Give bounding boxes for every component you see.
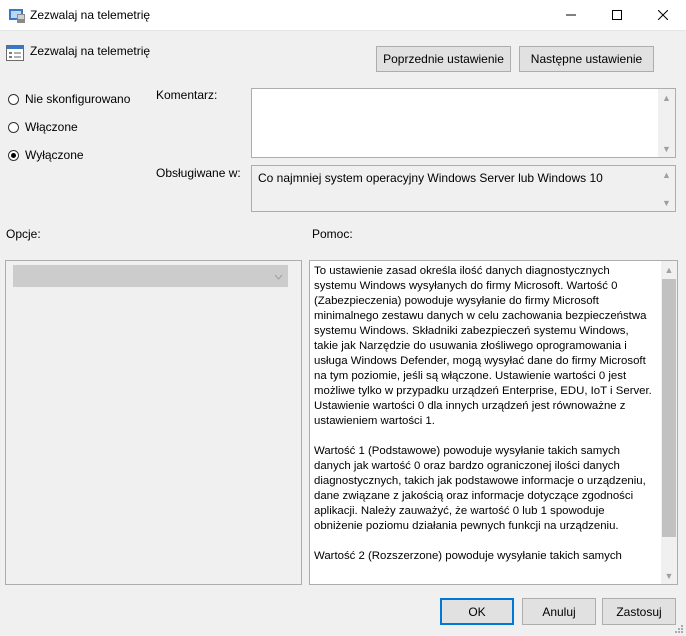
options-panel bbox=[5, 260, 302, 585]
chevron-down-icon bbox=[274, 274, 283, 280]
radio-circle[interactable] bbox=[8, 121, 19, 133]
supported-label: Obsługiwane w: bbox=[156, 166, 241, 180]
options-dropdown[interactable] bbox=[13, 265, 288, 287]
scroll-up-icon[interactable]: ▲ bbox=[658, 166, 675, 183]
maximize-button[interactable] bbox=[594, 0, 640, 30]
title-bar[interactable]: Zezwalaj na telemetrię bbox=[0, 0, 686, 31]
radio-not-configured[interactable]: Nie skonfigurowano bbox=[8, 92, 130, 106]
comment-label: Komentarz: bbox=[156, 88, 218, 102]
options-label: Opcje: bbox=[6, 227, 41, 241]
radio-circle[interactable] bbox=[8, 149, 19, 161]
scroll-down-icon[interactable]: ▼ bbox=[658, 140, 675, 157]
comment-textarea[interactable]: ▲ ▼ bbox=[251, 88, 676, 158]
ok-button[interactable]: OK bbox=[440, 598, 514, 625]
scroll-down-icon[interactable]: ▼ bbox=[661, 567, 677, 584]
help-text: To ustawienie zasad określa ilość danych… bbox=[314, 264, 654, 580]
policy-setting-icon bbox=[6, 45, 24, 61]
policy-icon bbox=[9, 9, 25, 23]
help-label: Pomoc: bbox=[312, 227, 353, 241]
policy-title: Zezwalaj na telemetrię bbox=[30, 44, 151, 58]
comment-scrollbar[interactable]: ▲ ▼ bbox=[658, 89, 675, 157]
radio-label: Włączone bbox=[25, 120, 78, 134]
radio-label: Wyłączone bbox=[25, 148, 84, 162]
comment-value bbox=[252, 89, 675, 97]
minimize-icon bbox=[566, 14, 576, 16]
scroll-thumb[interactable] bbox=[662, 279, 676, 537]
scroll-up-icon[interactable]: ▲ bbox=[661, 261, 677, 278]
apply-button[interactable]: Zastosuj bbox=[602, 598, 676, 625]
help-paragraph: Wartość 1 (Podstawowe) powoduje wysyłani… bbox=[314, 445, 646, 532]
radio-label: Nie skonfigurowano bbox=[25, 92, 131, 106]
minimize-button[interactable] bbox=[548, 0, 594, 30]
close-button[interactable] bbox=[640, 0, 686, 30]
scroll-up-icon[interactable]: ▲ bbox=[658, 89, 675, 106]
next-setting-button[interactable]: Następne ustawienie bbox=[519, 46, 654, 72]
window-title: Zezwalaj na telemetrię bbox=[30, 8, 151, 22]
supported-value: Co najmniej system operacyjny Windows Se… bbox=[258, 171, 603, 185]
radio-circle[interactable] bbox=[8, 93, 19, 105]
help-paragraph: To ustawienie zasad określa ilość danych… bbox=[314, 265, 652, 427]
maximize-icon bbox=[612, 10, 622, 20]
supported-field: Co najmniej system operacyjny Windows Se… bbox=[251, 165, 676, 212]
close-icon bbox=[658, 10, 668, 20]
scroll-down-icon[interactable]: ▼ bbox=[658, 194, 675, 211]
cancel-button[interactable]: Anuluj bbox=[522, 598, 596, 625]
help-scrollbar[interactable]: ▲ ▼ bbox=[661, 261, 677, 584]
previous-setting-button[interactable]: Poprzednie ustawienie bbox=[376, 46, 511, 72]
supported-scrollbar[interactable]: ▲ ▼ bbox=[658, 166, 675, 211]
radio-enabled[interactable]: Włączone bbox=[8, 120, 78, 134]
help-paragraph: Wartość 2 (Rozszerzone) powoduje wysyłan… bbox=[314, 550, 622, 562]
radio-disabled[interactable]: Wyłączone bbox=[8, 148, 84, 162]
resize-grip-icon[interactable] bbox=[672, 622, 684, 634]
